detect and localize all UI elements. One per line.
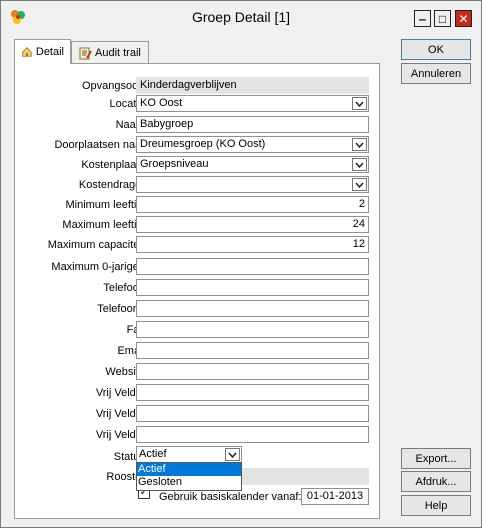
locatie-value: KO Oost bbox=[140, 97, 183, 109]
opvangsoort-field: Kinderdagverblijven bbox=[136, 77, 369, 94]
basiskalender-label: Gebruik basiskalender vanaf: bbox=[159, 491, 302, 503]
row-vrij3: Vrij Veld 3: bbox=[15, 426, 381, 444]
website-input[interactable] bbox=[136, 363, 369, 380]
minimize-button[interactable]: ‒ bbox=[414, 10, 431, 27]
vrij3-input[interactable] bbox=[136, 426, 369, 443]
max-0jarigen-input[interactable] bbox=[136, 258, 369, 275]
row-kostendrager: Kostendrager: bbox=[15, 176, 381, 194]
max-capaciteit-input[interactable]: 12 bbox=[136, 236, 369, 253]
row-telefoon: Telefoon: bbox=[15, 279, 381, 297]
groep-detail-window: Groep Detail [1] ‒ □ ✕ Detail Audit trai… bbox=[0, 0, 482, 528]
basiskalender-date-input[interactable]: 01-01-2013 bbox=[301, 488, 369, 505]
close-button[interactable]: ✕ bbox=[455, 10, 472, 27]
row-naam: Naam: Babygroep bbox=[15, 116, 381, 134]
tab-label: Audit trail bbox=[95, 46, 141, 59]
email-input[interactable] bbox=[136, 342, 369, 359]
window-title: Groep Detail [1] bbox=[191, 9, 291, 25]
min-leeftijd-input[interactable]: 2 bbox=[136, 196, 369, 213]
status-option-actief[interactable]: Actief bbox=[137, 463, 241, 476]
annuleren-button[interactable]: Annuleren bbox=[401, 63, 471, 84]
row-website: Website: bbox=[15, 363, 381, 381]
row-max-capaciteit: Maximum capaciteit: 12 bbox=[15, 236, 381, 254]
chevron-down-icon[interactable] bbox=[225, 448, 240, 461]
max-leeftijd-input[interactable]: 24 bbox=[136, 216, 369, 233]
maximize-icon: □ bbox=[438, 11, 447, 26]
tab-label: Detail bbox=[35, 46, 64, 58]
minimize-icon: ‒ bbox=[419, 11, 426, 26]
doorplaatsen-value: Dreumesgroep (KO Oost) bbox=[140, 138, 266, 150]
maximize-button[interactable]: □ bbox=[434, 10, 451, 27]
chevron-down-icon[interactable] bbox=[352, 178, 367, 191]
row-max-leeftijd: Maximum leeftijd: 24 bbox=[15, 216, 381, 234]
chevron-down-icon[interactable] bbox=[352, 138, 367, 151]
status-value: Actief bbox=[139, 448, 167, 460]
afdruk-button[interactable]: Afdruk... bbox=[401, 471, 471, 492]
kostenplaats-select[interactable]: Groepsniveau bbox=[136, 156, 369, 173]
kostenplaats-value: Groepsniveau bbox=[140, 158, 209, 170]
row-max-0jarigen: Maximum 0-jarigen: bbox=[15, 258, 381, 276]
locatie-select[interactable]: KO Oost bbox=[136, 95, 369, 112]
chevron-down-icon[interactable] bbox=[352, 97, 367, 110]
row-opvangsoort: Opvangsoort: Kinderdagverblijven bbox=[15, 77, 381, 95]
ok-button[interactable]: OK bbox=[401, 39, 471, 60]
row-email: Email: bbox=[15, 342, 381, 360]
kostendrager-select[interactable] bbox=[136, 176, 369, 193]
tab-audit-trail[interactable]: Audit trail bbox=[71, 41, 149, 63]
row-fax: Fax: bbox=[15, 321, 381, 339]
export-button[interactable]: Export... bbox=[401, 448, 471, 469]
telefoon-input[interactable] bbox=[136, 279, 369, 296]
tab-detail[interactable]: Detail bbox=[14, 39, 71, 64]
row-kostenplaats: Kostenplaats: Groepsniveau bbox=[15, 156, 381, 174]
row-doorplaatsen: Doorplaatsen naar: Dreumesgroep (KO Oost… bbox=[15, 136, 381, 154]
row-min-leeftijd: Minimum leeftijd: 2 bbox=[15, 196, 381, 214]
row-vrij2: Vrij Veld 2: bbox=[15, 405, 381, 423]
vrij1-input[interactable] bbox=[136, 384, 369, 401]
row-locatie: Locatie: KO Oost bbox=[15, 95, 381, 113]
fax-input[interactable] bbox=[136, 321, 369, 338]
help-button[interactable]: Help bbox=[401, 495, 471, 516]
status-option-gesloten[interactable]: Gesloten bbox=[137, 476, 241, 489]
max-capaciteit-label: Maximum capaciteit: bbox=[47, 239, 148, 251]
home-icon bbox=[22, 47, 32, 57]
status-dropdown-list: Actief Gesloten bbox=[136, 462, 242, 491]
status-select[interactable]: Actief bbox=[136, 446, 242, 463]
chevron-down-icon[interactable] bbox=[352, 158, 367, 171]
telefoon2-input[interactable] bbox=[136, 300, 369, 317]
row-vrij1: Vrij Veld 1: bbox=[15, 384, 381, 402]
title-bar[interactable]: Groep Detail [1] ‒ □ ✕ bbox=[1, 1, 481, 31]
history-icon bbox=[79, 47, 92, 59]
doorplaatsen-label: Doorplaatsen naar: bbox=[54, 139, 148, 151]
vrij2-input[interactable] bbox=[136, 405, 369, 422]
close-icon: ✕ bbox=[458, 11, 469, 26]
max-0jarigen-label: Maximum 0-jarigen: bbox=[51, 261, 148, 273]
doorplaatsen-select[interactable]: Dreumesgroep (KO Oost) bbox=[136, 136, 369, 153]
row-telefoon2: Telefoon2: bbox=[15, 300, 381, 318]
naam-input[interactable]: Babygroep bbox=[136, 116, 369, 133]
